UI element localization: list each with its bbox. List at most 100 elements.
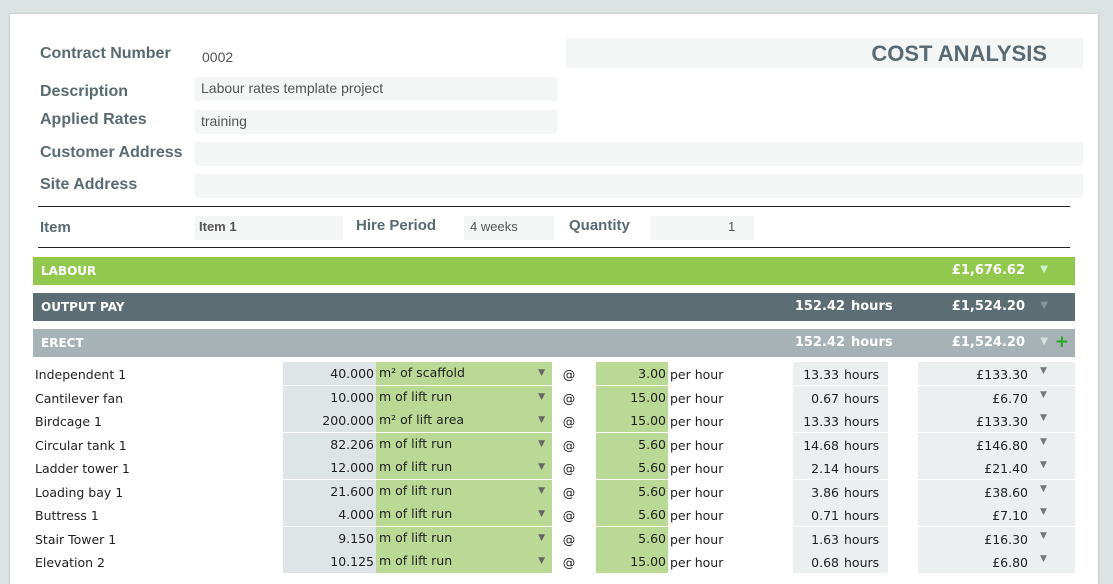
rate-input[interactable]: 5.60: [596, 456, 668, 479]
chevron-down-icon[interactable]: ▼: [1040, 554, 1047, 564]
chevron-down-icon[interactable]: ▼: [538, 387, 545, 408]
hours-unit: hours: [844, 390, 880, 406]
row-name: Cantilever fan: [35, 390, 124, 406]
rate-input[interactable]: 15.00: [596, 409, 668, 432]
hours-value: 3.86: [811, 484, 839, 500]
row-name: Elevation 2: [35, 555, 105, 570]
quantity-input[interactable]: 82.206: [283, 432, 376, 456]
rate-unit: per hour: [670, 484, 724, 500]
unit-select[interactable]: m of lift run ▼: [376, 526, 552, 550]
unit-select[interactable]: m of lift run ▼: [376, 550, 552, 573]
quantity-input[interactable]: 9.150: [283, 526, 376, 550]
rate-input[interactable]: 15.00: [596, 550, 668, 573]
chevron-down-icon[interactable]: ▼: [1040, 484, 1047, 494]
at-symbol: @: [562, 508, 576, 523]
erect-label: ERECT: [41, 336, 84, 350]
quantity-input[interactable]: 4.000: [283, 503, 376, 526]
unit-select[interactable]: m of lift run ▼: [376, 479, 552, 503]
chevron-down-icon[interactable]: ▼: [1040, 460, 1047, 470]
applied-rates-field[interactable]: training: [195, 110, 557, 134]
item-field[interactable]: Item 1: [195, 216, 343, 240]
chevron-down-icon[interactable]: ▼: [538, 551, 545, 572]
labour-band[interactable]: LABOUR £1,676.62 ▼: [33, 257, 1075, 285]
hours-unit: hours: [844, 461, 880, 476]
rate-input[interactable]: 15.00: [596, 385, 668, 409]
at-symbol: @: [562, 555, 576, 570]
erect-hours-unit: hours: [851, 335, 893, 350]
chevron-down-icon[interactable]: ▼: [1040, 336, 1048, 347]
item-label: Item: [40, 219, 71, 236]
description-field[interactable]: Labour rates template project: [195, 77, 557, 101]
quantity-input[interactable]: 10.125: [283, 550, 376, 573]
quantity-field[interactable]: 1: [650, 216, 754, 240]
at-symbol: @: [562, 461, 576, 476]
chevron-down-icon[interactable]: ▼: [538, 481, 545, 502]
chevron-down-icon[interactable]: ▼: [538, 410, 545, 431]
customer-address-label: Customer Address: [40, 144, 183, 161]
chevron-down-icon[interactable]: ▼: [1040, 300, 1048, 311]
labour-label: LABOUR: [41, 264, 97, 278]
rate-input[interactable]: 5.60: [596, 432, 668, 456]
chevron-down-icon[interactable]: ▼: [1040, 531, 1047, 541]
hours-value: 0.67: [811, 390, 839, 406]
rate-input[interactable]: 5.60: [596, 479, 668, 503]
chevron-down-icon[interactable]: ▼: [1040, 264, 1048, 275]
row-amount: £6.70: [992, 390, 1028, 406]
chevron-down-icon[interactable]: ▼: [538, 363, 545, 384]
hours-unit: hours: [844, 531, 880, 547]
rate-input[interactable]: 5.60: [596, 526, 668, 550]
rate-input[interactable]: 5.60: [596, 503, 668, 526]
site-address-label: Site Address: [40, 176, 138, 193]
unit-value: m of lift run: [379, 459, 453, 474]
chevron-down-icon[interactable]: ▼: [1040, 507, 1047, 517]
at-symbol: @: [562, 414, 576, 429]
table-row: Stair Tower 1 9.150 m of lift run ▼ @5.60 per…: [10, 526, 1098, 550]
table-row: Buttress 1 4.000 m of lift run ▼ @5.60 per ho…: [10, 503, 1098, 526]
unit-select[interactable]: m of lift run ▼: [376, 456, 552, 479]
rate-unit: per hour: [670, 508, 724, 523]
table-row: Loading bay 1 21.600 m of lift run ▼ @5.60 pe…: [10, 479, 1098, 503]
output-pay-band[interactable]: OUTPUT PAY 152.42 hours £1,524.20 ▼: [33, 293, 1075, 321]
quantity-input[interactable]: 40.000: [283, 362, 376, 385]
chevron-down-icon[interactable]: ▼: [538, 457, 545, 478]
customer-address-field[interactable]: [195, 142, 1083, 166]
site-address-field[interactable]: [195, 174, 1083, 198]
chevron-down-icon[interactable]: ▼: [1040, 366, 1047, 376]
unit-select[interactable]: m of lift run ▼: [376, 503, 552, 526]
chevron-down-icon[interactable]: ▼: [1040, 390, 1047, 400]
chevron-down-icon[interactable]: ▼: [1040, 437, 1047, 447]
unit-select[interactable]: m² of scaffold ▼: [376, 362, 552, 385]
quantity-input[interactable]: 21.600: [283, 479, 376, 503]
hours-unit: hours: [844, 414, 880, 429]
row-amount: £21.40: [984, 461, 1028, 476]
quantity-input[interactable]: 10.000: [283, 385, 376, 409]
hire-period-label: Hire Period: [356, 217, 437, 234]
unit-select[interactable]: m² of lift area ▼: [376, 409, 552, 432]
erect-band[interactable]: ERECT 152.42 hours £1,524.20 ▼ +: [33, 329, 1075, 357]
row-name: Circular tank 1: [35, 437, 127, 453]
rate-unit: per hour: [670, 414, 724, 429]
rate-input[interactable]: 3.00: [596, 362, 668, 385]
table-row: Independent 1 40.000 m² of scaffold ▼ @3.00 p…: [10, 362, 1098, 385]
chevron-down-icon[interactable]: ▼: [1040, 413, 1047, 423]
unit-select[interactable]: m of lift run ▼: [376, 385, 552, 409]
erect-hours: 152.42: [794, 335, 845, 350]
hire-period-field[interactable]: 4 weeks: [464, 216, 554, 240]
description-label: Description: [40, 83, 129, 100]
unit-value: m of lift run: [379, 435, 453, 451]
add-icon[interactable]: +: [1055, 332, 1069, 352]
chevron-down-icon[interactable]: ▼: [538, 434, 545, 455]
applied-rates-label: Applied Rates: [40, 111, 147, 128]
unit-select[interactable]: m of lift run ▼: [376, 432, 552, 456]
quantity-input[interactable]: 200.000: [283, 409, 376, 432]
chevron-down-icon[interactable]: ▼: [538, 528, 545, 549]
at-symbol: @: [562, 437, 576, 453]
page-title: COST ANALYSIS: [871, 41, 1047, 66]
cost-analysis-sheet: Contract Number 0002 COST ANALYSIS Descr…: [10, 14, 1098, 584]
chevron-down-icon[interactable]: ▼: [538, 504, 545, 525]
table-row: Birdcage 1 200.000 m² of lift area ▼ @15.00 p…: [10, 409, 1098, 432]
at-symbol: @: [562, 484, 576, 500]
row-amount: £133.30: [976, 367, 1028, 382]
hours-unit: hours: [844, 367, 880, 382]
quantity-input[interactable]: 12.000: [283, 456, 376, 479]
